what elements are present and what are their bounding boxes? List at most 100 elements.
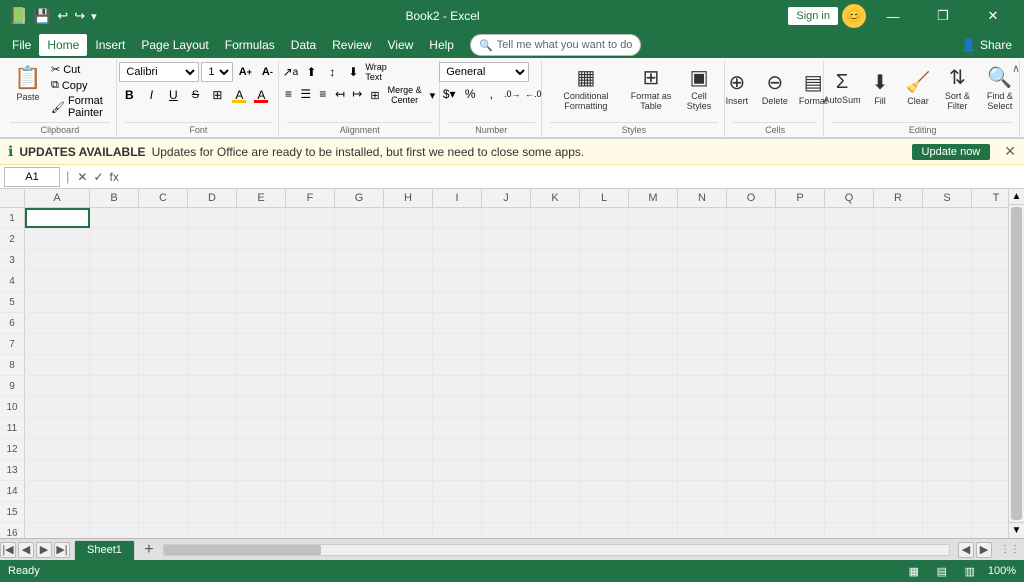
cell-T8[interactable] <box>972 355 1008 375</box>
col-header-N[interactable]: N <box>678 189 727 207</box>
cell-S7[interactable] <box>923 334 972 354</box>
cell-D13[interactable] <box>188 460 237 480</box>
cell-I4[interactable] <box>433 271 482 291</box>
cell-A14[interactable] <box>25 481 90 501</box>
cell-I10[interactable] <box>433 397 482 417</box>
cell-O5[interactable] <box>727 292 776 312</box>
cell-K10[interactable] <box>531 397 580 417</box>
row-number-16[interactable]: 16 <box>0 523 25 538</box>
cell-H5[interactable] <box>384 292 433 312</box>
cell-A7[interactable] <box>25 334 90 354</box>
cell-A11[interactable] <box>25 418 90 438</box>
cell-J9[interactable] <box>482 376 531 396</box>
cell-B13[interactable] <box>90 460 139 480</box>
cell-E9[interactable] <box>237 376 286 396</box>
indent-dec-button[interactable]: ↤ <box>332 84 348 104</box>
cell-B3[interactable] <box>90 250 139 270</box>
col-header-D[interactable]: D <box>188 189 237 207</box>
cell-I14[interactable] <box>433 481 482 501</box>
cell-L6[interactable] <box>580 313 629 333</box>
italic-button[interactable]: I <box>141 85 161 105</box>
row-number-5[interactable]: 5 <box>0 292 25 312</box>
cell-D11[interactable] <box>188 418 237 438</box>
add-sheet-button[interactable]: + <box>139 540 159 560</box>
cell-D16[interactable] <box>188 523 237 538</box>
cell-F16[interactable] <box>286 523 335 538</box>
cell-H2[interactable] <box>384 229 433 249</box>
cell-P12[interactable] <box>776 439 825 459</box>
cell-E8[interactable] <box>237 355 286 375</box>
cell-F5[interactable] <box>286 292 335 312</box>
cell-J3[interactable] <box>482 250 531 270</box>
cell-M14[interactable] <box>629 481 678 501</box>
cell-N6[interactable] <box>678 313 727 333</box>
menu-item-view[interactable]: View <box>380 34 422 56</box>
normal-view-button[interactable]: ▦ <box>904 561 924 581</box>
cell-H16[interactable] <box>384 523 433 538</box>
cell-E14[interactable] <box>237 481 286 501</box>
cell-G12[interactable] <box>335 439 384 459</box>
decrease-font-button[interactable]: A- <box>257 62 277 82</box>
cell-D14[interactable] <box>188 481 237 501</box>
col-header-Q[interactable]: Q <box>825 189 874 207</box>
notification-close-button[interactable]: ✕ <box>1004 143 1016 160</box>
cell-A15[interactable] <box>25 502 90 522</box>
cell-D7[interactable] <box>188 334 237 354</box>
percent-button[interactable]: % <box>460 84 480 104</box>
cell-H11[interactable] <box>384 418 433 438</box>
cell-B16[interactable] <box>90 523 139 538</box>
cell-R14[interactable] <box>874 481 923 501</box>
cell-B14[interactable] <box>90 481 139 501</box>
cell-D1[interactable] <box>188 208 237 228</box>
menu-item-file[interactable]: File <box>4 34 39 56</box>
cell-Q15[interactable] <box>825 502 874 522</box>
cell-O1[interactable] <box>727 208 776 228</box>
conditional-formatting-button[interactable]: ▦ Conditional Formatting <box>550 62 622 114</box>
cell-F14[interactable] <box>286 481 335 501</box>
cell-P6[interactable] <box>776 313 825 333</box>
cell-S16[interactable] <box>923 523 972 538</box>
cell-T9[interactable] <box>972 376 1008 396</box>
col-header-J[interactable]: J <box>482 189 531 207</box>
cell-M1[interactable] <box>629 208 678 228</box>
cell-B12[interactable] <box>90 439 139 459</box>
cell-E15[interactable] <box>237 502 286 522</box>
align-middle-button[interactable]: ↕ <box>322 62 342 82</box>
strikethrough-button[interactable]: S <box>185 85 205 105</box>
row-number-11[interactable]: 11 <box>0 418 25 438</box>
cell-R2[interactable] <box>874 229 923 249</box>
cell-E7[interactable] <box>237 334 286 354</box>
format-as-table-button[interactable]: ⊞ Format as Table <box>624 62 678 114</box>
cell-E16[interactable] <box>237 523 286 538</box>
col-header-S[interactable]: S <box>923 189 972 207</box>
cell-A10[interactable] <box>25 397 90 417</box>
cell-G16[interactable] <box>335 523 384 538</box>
cell-K11[interactable] <box>531 418 580 438</box>
cell-A3[interactable] <box>25 250 90 270</box>
cell-D3[interactable] <box>188 250 237 270</box>
cell-L12[interactable] <box>580 439 629 459</box>
cell-A2[interactable] <box>25 229 90 249</box>
cell-G6[interactable] <box>335 313 384 333</box>
cell-G5[interactable] <box>335 292 384 312</box>
cell-D10[interactable] <box>188 397 237 417</box>
cell-R6[interactable] <box>874 313 923 333</box>
cell-T6[interactable] <box>972 313 1008 333</box>
col-header-G[interactable]: G <box>335 189 384 207</box>
col-header-E[interactable]: E <box>237 189 286 207</box>
cell-S8[interactable] <box>923 355 972 375</box>
cell-B7[interactable] <box>90 334 139 354</box>
cell-J10[interactable] <box>482 397 531 417</box>
cell-O12[interactable] <box>727 439 776 459</box>
cell-I13[interactable] <box>433 460 482 480</box>
col-header-T[interactable]: T <box>972 189 1008 207</box>
cell-S11[interactable] <box>923 418 972 438</box>
cell-L2[interactable] <box>580 229 629 249</box>
cell-J4[interactable] <box>482 271 531 291</box>
cell-P15[interactable] <box>776 502 825 522</box>
cell-K4[interactable] <box>531 271 580 291</box>
cell-T15[interactable] <box>972 502 1008 522</box>
copy-button[interactable]: ⧉ Copy <box>48 78 110 93</box>
cell-S4[interactable] <box>923 271 972 291</box>
align-center-button[interactable]: ☰ <box>298 84 314 104</box>
